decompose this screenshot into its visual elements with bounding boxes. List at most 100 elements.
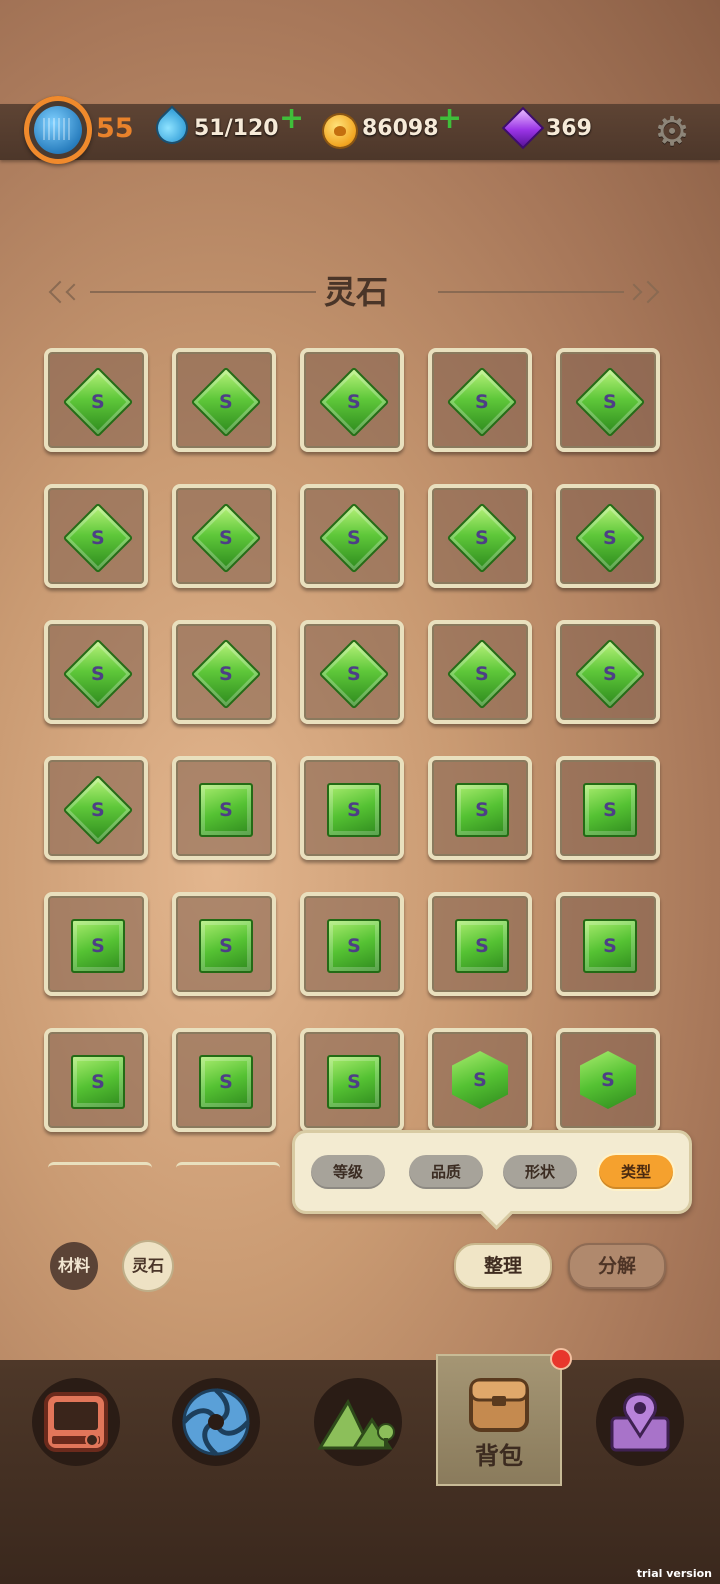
trial-watermark: trial version bbox=[636, 1567, 712, 1580]
stone-grade-label: S bbox=[219, 527, 233, 549]
stone-grade-label: S bbox=[475, 663, 489, 685]
sort-by-type-button[interactable]: 类型 bbox=[599, 1155, 673, 1189]
arrange-button[interactable]: 整理 bbox=[454, 1243, 552, 1289]
nav-explore[interactable] bbox=[314, 1378, 402, 1466]
diamond-spirit-stone-icon: S bbox=[446, 502, 518, 574]
inventory-slot[interactable]: S bbox=[172, 1028, 276, 1132]
category-spirit-stone-button[interactable]: 灵石 bbox=[124, 1242, 172, 1290]
sort-by-level-button[interactable]: 等级 bbox=[311, 1155, 385, 1189]
inventory-slot[interactable]: S bbox=[556, 348, 660, 452]
stone-grade-label: S bbox=[347, 935, 361, 957]
diamond-spirit-stone-icon: S bbox=[62, 502, 134, 574]
inventory-slot[interactable]: S bbox=[172, 484, 276, 588]
nav-map[interactable] bbox=[596, 1378, 684, 1466]
square-spirit-stone-icon: S bbox=[583, 783, 637, 837]
diamond-spirit-stone-icon: S bbox=[446, 638, 518, 710]
stone-grade-label: S bbox=[475, 799, 489, 821]
player-avatar[interactable] bbox=[24, 96, 92, 164]
inventory-slot[interactable]: S bbox=[428, 756, 532, 860]
square-spirit-stone-icon: S bbox=[455, 919, 509, 973]
inventory-slot[interactable]: S bbox=[300, 756, 404, 860]
stone-grade-label: S bbox=[91, 663, 105, 685]
inventory-slot-partial bbox=[176, 1162, 280, 1170]
inventory-slot[interactable]: S bbox=[172, 892, 276, 996]
inventory-slot[interactable]: S bbox=[428, 892, 532, 996]
inventory-slot[interactable]: S bbox=[300, 484, 404, 588]
gem-value: 369 bbox=[546, 116, 592, 141]
inventory-slot[interactable]: S bbox=[44, 756, 148, 860]
stone-grade-label: S bbox=[603, 935, 617, 957]
shop-icon bbox=[44, 1392, 108, 1452]
inventory-slot[interactable]: S bbox=[428, 1028, 532, 1132]
stone-grade-label: S bbox=[475, 391, 489, 413]
square-spirit-stone-icon: S bbox=[455, 783, 509, 837]
diamond-spirit-stone-icon: S bbox=[318, 366, 390, 438]
inventory-slot[interactable]: S bbox=[428, 348, 532, 452]
stone-grade-label: S bbox=[91, 935, 105, 957]
inventory-slot[interactable]: S bbox=[44, 892, 148, 996]
inventory-slot[interactable]: S bbox=[44, 484, 148, 588]
diamond-spirit-stone-icon: S bbox=[190, 502, 262, 574]
stone-grade-label: S bbox=[475, 935, 489, 957]
diamond-spirit-stone-icon: S bbox=[190, 366, 262, 438]
square-spirit-stone-icon: S bbox=[327, 919, 381, 973]
inventory-slot[interactable]: S bbox=[300, 1028, 404, 1132]
sort-by-shape-button[interactable]: 形状 bbox=[503, 1155, 577, 1189]
nav-portal[interactable] bbox=[172, 1378, 260, 1466]
stone-grade-label: S bbox=[219, 663, 233, 685]
inventory-slot-partial bbox=[48, 1162, 152, 1170]
avatar-portrait bbox=[34, 106, 82, 154]
inventory-slot[interactable]: S bbox=[300, 620, 404, 724]
inventory-slot[interactable]: S bbox=[556, 620, 660, 724]
inventory-slot[interactable]: S bbox=[556, 892, 660, 996]
diamond-spirit-stone-icon: S bbox=[62, 774, 134, 846]
notification-badge bbox=[550, 1348, 572, 1370]
stone-grade-label: S bbox=[91, 799, 105, 821]
diamond-spirit-stone-icon: S bbox=[318, 638, 390, 710]
page-title: 灵石 bbox=[323, 273, 388, 311]
ornament-right-icon bbox=[636, 280, 660, 304]
inventory-slot[interactable]: S bbox=[428, 620, 532, 724]
square-spirit-stone-icon: S bbox=[71, 919, 125, 973]
inventory-slot[interactable]: S bbox=[44, 348, 148, 452]
coin-value: 86098 bbox=[362, 116, 439, 141]
portal-icon bbox=[182, 1388, 250, 1456]
inventory-slot[interactable]: S bbox=[428, 484, 532, 588]
inventory-slot[interactable]: S bbox=[556, 1028, 660, 1132]
add-stamina-button[interactable]: + bbox=[279, 104, 304, 134]
diamond-spirit-stone-icon: S bbox=[190, 638, 262, 710]
stone-grade-label: S bbox=[473, 1069, 487, 1091]
diamond-spirit-stone-icon: S bbox=[574, 638, 646, 710]
stone-grade-label: S bbox=[347, 1071, 361, 1093]
stone-grade-label: S bbox=[91, 391, 105, 413]
square-spirit-stone-icon: S bbox=[583, 919, 637, 973]
settings-gear-icon[interactable]: ⚙ bbox=[652, 112, 692, 152]
inventory-slot[interactable]: S bbox=[300, 892, 404, 996]
diamond-spirit-stone-icon: S bbox=[446, 366, 518, 438]
inventory-slot[interactable]: S bbox=[44, 1028, 148, 1132]
diamond-spirit-stone-icon: S bbox=[62, 638, 134, 710]
square-spirit-stone-icon: S bbox=[199, 919, 253, 973]
inventory-slot[interactable]: S bbox=[172, 620, 276, 724]
decompose-button[interactable]: 分解 bbox=[568, 1243, 666, 1289]
inventory-slot[interactable]: S bbox=[556, 756, 660, 860]
divider-right bbox=[438, 291, 624, 293]
stone-grade-label: S bbox=[603, 663, 617, 685]
inventory-slot[interactable]: S bbox=[300, 348, 404, 452]
inventory-slot[interactable]: S bbox=[172, 348, 276, 452]
inventory-slot[interactable]: S bbox=[44, 620, 148, 724]
nav-shop[interactable] bbox=[32, 1378, 120, 1466]
sort-by-quality-button[interactable]: 品质 bbox=[409, 1155, 483, 1189]
category-material-button[interactable]: 材料 bbox=[50, 1242, 98, 1290]
inventory-slot[interactable]: S bbox=[556, 484, 660, 588]
add-coins-button[interactable]: + bbox=[437, 104, 462, 134]
sort-popup: 等级 品质 形状 类型 bbox=[292, 1130, 692, 1214]
divider-left bbox=[90, 291, 316, 293]
stone-grade-label: S bbox=[91, 1071, 105, 1093]
inventory-slot[interactable]: S bbox=[172, 756, 276, 860]
backpack-icon bbox=[469, 1378, 529, 1432]
diamond-spirit-stone-icon: S bbox=[574, 502, 646, 574]
player-level: 55 bbox=[96, 113, 134, 144]
mountain-icon bbox=[317, 1398, 395, 1450]
diamond-spirit-stone-icon: S bbox=[574, 366, 646, 438]
